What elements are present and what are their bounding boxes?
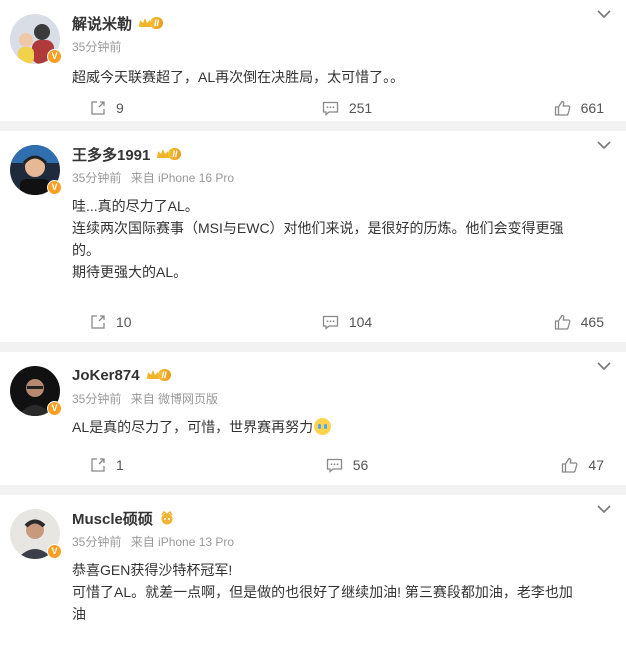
repost-icon: [91, 101, 105, 115]
post-meta: 35分钟前 来自 iPhone 16 Pro: [72, 169, 234, 186]
comment-card: V JoKer874 II 35分钟前 来自 微博网页版 AL是真的尽力了，可惜…: [0, 352, 626, 485]
comment-line: 可惜了AL。就差一点啊，但是做的也很好了继续加油! 第三赛段都加油，老李也加: [72, 584, 573, 600]
action-bar: 10 104 465: [72, 312, 604, 332]
level-number: II: [150, 17, 164, 29]
comment-line: 油: [72, 606, 86, 622]
comment-count: 251: [348, 100, 373, 116]
thumbs-up-icon: [554, 314, 571, 330]
like-button[interactable]: 47: [433, 455, 604, 475]
comment-button[interactable]: 104: [261, 312, 432, 332]
divider: [0, 121, 626, 131]
level-badge: II: [146, 368, 171, 382]
comment-button[interactable]: 56: [261, 455, 432, 475]
comment-count: 56: [352, 457, 369, 473]
comment-line: AL是真的尽力了，可惜，世界赛再努力: [72, 419, 314, 435]
repost-button[interactable]: 9: [72, 98, 261, 118]
action-bar: 1 56 47: [72, 455, 604, 475]
action-bar: 9 251 661: [72, 98, 604, 118]
divider: [0, 342, 626, 352]
post-meta: 35分钟前 来自 iPhone 13 Pro: [72, 533, 234, 550]
level-number: II: [157, 369, 171, 381]
like-button[interactable]: 465: [433, 312, 604, 332]
like-count: 465: [580, 314, 604, 330]
comment-icon: [322, 101, 338, 116]
timestamp: 35分钟前: [72, 392, 122, 406]
comment-line: 恭喜GEN获得沙特杯冠军!: [72, 562, 233, 578]
verified-badge-icon: V: [47, 180, 62, 195]
repost-button[interactable]: 10: [72, 312, 261, 332]
post-meta: 35分钟前: [72, 38, 121, 55]
level-badge: II: [156, 147, 182, 161]
comment-button[interactable]: 251: [261, 98, 432, 118]
comment-card: V 王多多1991 II 35分钟前 来自 iPhone 16 Pro 哇...…: [0, 131, 626, 342]
post-source: 来自 微博网页版: [130, 392, 219, 406]
repost-button[interactable]: 1: [72, 455, 261, 475]
timestamp: 35分钟前: [72, 40, 122, 54]
repost-icon: [91, 458, 105, 472]
username[interactable]: 王多多1991: [72, 144, 150, 165]
like-count: 661: [580, 100, 604, 116]
timestamp: 35分钟前: [72, 171, 122, 185]
level-number: II: [168, 148, 182, 160]
comment-feed: V 解说米勒 II 35分钟前 超威今天联赛超了，AL再次倒在决胜局，太可惜了。…: [0, 0, 626, 652]
comment-text: 超威今天联赛超了，AL再次倒在决胜局，太可惜了。。: [72, 66, 612, 88]
comment-line: 期待更强大的AL。: [72, 264, 188, 280]
divider: [0, 485, 626, 495]
post-meta: 35分钟前 来自 微博网页版: [72, 390, 218, 407]
repost-icon: [91, 315, 105, 329]
repost-count: 10: [116, 314, 132, 330]
chevron-down-icon[interactable]: [596, 503, 612, 515]
vip-badge: [159, 511, 175, 525]
chevron-down-icon[interactable]: [596, 139, 612, 151]
comment-text: 恭喜GEN获得沙特杯冠军! 可惜了AL。就差一点啊，但是做的也很好了继续加油! …: [72, 559, 612, 625]
repost-count: 9: [116, 100, 124, 116]
verified-badge-icon: V: [47, 401, 62, 416]
chevron-down-icon[interactable]: [596, 360, 612, 372]
comment-card: V Muscle硕硕 35分钟前 来自 iPhone 13 Pro 恭喜GEN获…: [0, 495, 626, 652]
comment-card: V 解说米勒 II 35分钟前 超威今天联赛超了，AL再次倒在决胜局，太可惜了。…: [0, 0, 626, 121]
comment-line: 连续两次国际赛事（MSI与EWC）对他们来说，是很好的历炼。他们会变得更强: [72, 220, 564, 236]
thumbs-up-icon: [562, 457, 578, 473]
comment-line: 的。: [72, 242, 100, 258]
thumbs-up-icon: [554, 100, 571, 116]
post-source: 来自 iPhone 16 Pro: [130, 171, 235, 185]
username[interactable]: 解说米勒: [72, 13, 132, 34]
like-count: 47: [588, 457, 604, 473]
repost-count: 1: [116, 457, 124, 473]
comment-icon: [322, 315, 338, 330]
comment-text: AL是真的尽力了，可惜，世界赛再努力: [72, 416, 612, 438]
crying-emoji-icon: [314, 418, 332, 435]
like-button[interactable]: 661: [433, 98, 604, 118]
timestamp: 35分钟前: [72, 535, 122, 549]
verified-badge-icon: V: [47, 544, 62, 559]
verified-badge-icon: V: [47, 49, 62, 64]
comment-line: 哇...真的尽力了AL。: [72, 198, 199, 214]
comment-icon: [326, 458, 342, 473]
comment-count: 104: [348, 314, 373, 330]
username[interactable]: Muscle硕硕: [72, 508, 153, 529]
comment-line: 超威今天联赛超了，AL再次倒在决胜局，太可惜了。。: [72, 69, 405, 85]
username[interactable]: JoKer874: [72, 367, 140, 384]
comment-text: 哇...真的尽力了AL。 连续两次国际赛事（MSI与EWC）对他们来说，是很好的…: [72, 195, 612, 283]
post-source: 来自 iPhone 13 Pro: [130, 535, 235, 549]
crown-icon: [161, 511, 173, 525]
level-badge: II: [138, 16, 164, 30]
chevron-down-icon[interactable]: [596, 8, 612, 20]
